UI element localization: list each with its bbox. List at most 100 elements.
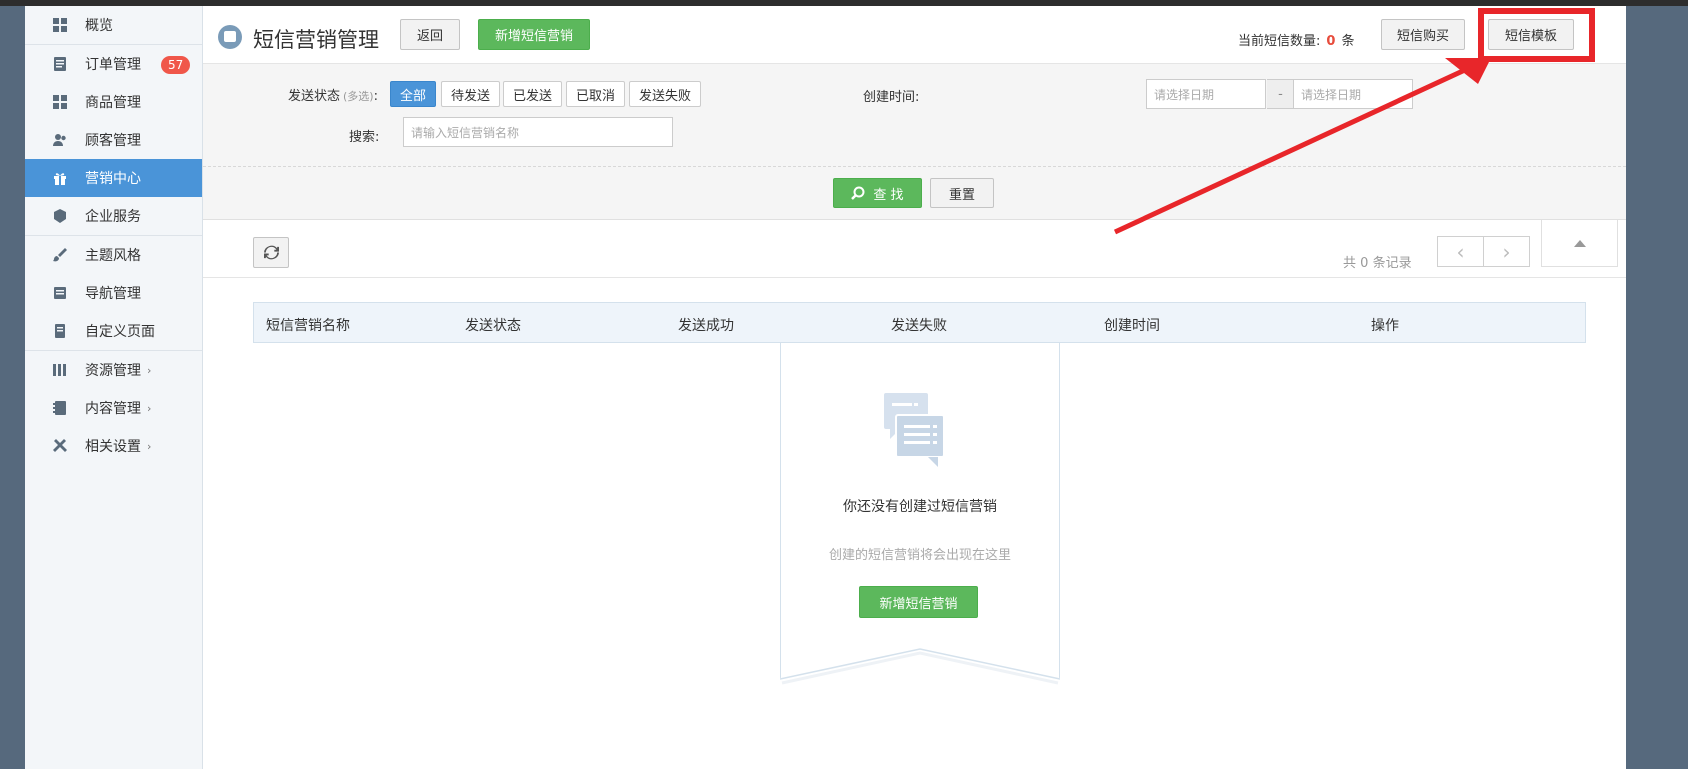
sidebar-item-label: 营销中心 — [85, 171, 141, 187]
refresh-icon — [263, 245, 279, 260]
sms-template-button[interactable]: 短信模板 — [1488, 19, 1574, 50]
books-icon — [49, 362, 71, 378]
chevron-right-icon: › — [147, 439, 152, 453]
main-content: 短信营销管理 返回 新增短信营销 当前短信数量: 0 条 短信购买 短信模板 发送状… — [203, 6, 1626, 769]
search-input[interactable]: 请输入短信营销名称 — [403, 117, 673, 147]
chat-bubbles-icon — [884, 393, 945, 467]
column-header: 发送状态 — [465, 318, 521, 334]
chevron-right-icon: › — [147, 363, 152, 377]
sidebar-item-marketing[interactable]: 营销中心 — [25, 159, 202, 197]
collapse-filter-button[interactable] — [1541, 220, 1618, 267]
dashboard-icon — [49, 17, 71, 33]
status-cancelled-button[interactable]: 已取消 — [566, 81, 626, 107]
back-button[interactable]: 返回 — [400, 19, 460, 50]
sidebar-item-label: 导航管理 — [85, 286, 141, 302]
column-header: 发送失败 — [891, 318, 947, 334]
find-button-label: 查 找 — [873, 187, 904, 203]
sidebar: 概览 订单管理 57 商品管理 顾客管理 营销中心 企业服务 主题风格 导航管理… — [25, 6, 203, 769]
status-colon: : — [373, 89, 378, 104]
empty-state-title: 你还没有创建过短信营销 — [843, 499, 997, 515]
column-header: 操作 — [1371, 318, 1399, 334]
record-count: 共 0 条记录 — [1343, 252, 1412, 271]
next-page-button[interactable]: › — [1483, 236, 1530, 267]
brush-icon — [49, 247, 71, 263]
page-icon — [49, 323, 71, 339]
empty-state-graphic — [780, 393, 1060, 713]
sidebar-item-customers[interactable]: 顾客管理 — [25, 121, 202, 159]
status-all-button[interactable]: 全部 — [390, 81, 437, 107]
sidebar-item-enterprise[interactable]: 企业服务 — [25, 197, 202, 235]
sidebar-item-settings[interactable]: 相关设置 › — [25, 427, 202, 465]
chevron-right-icon: › — [147, 401, 152, 415]
sidebar-item-goods[interactable]: 商品管理 — [25, 83, 202, 121]
chevron-left-icon: ‹ — [1456, 239, 1465, 264]
right-gutter — [1626, 6, 1688, 769]
sidebar-item-label: 订单管理 — [85, 57, 141, 73]
content-icon — [49, 400, 71, 416]
end-date-input[interactable]: 请选择日期 — [1293, 79, 1413, 109]
chevron-right-icon: › — [1502, 239, 1511, 264]
sidebar-item-overview[interactable]: 概览 — [25, 6, 202, 44]
page-title: 短信营销管理 — [253, 28, 379, 52]
records-count: 0 — [1360, 256, 1369, 271]
records-prefix: 共 — [1343, 256, 1357, 271]
sidebar-item-label: 企业服务 — [85, 209, 141, 225]
message-icon — [218, 25, 242, 49]
sidebar-item-content[interactable]: 内容管理 › — [25, 389, 202, 427]
prev-page-button[interactable]: ‹ — [1437, 236, 1484, 267]
sidebar-item-label: 资源管理 — [85, 363, 141, 379]
status-failed-button[interactable]: 发送失败 — [629, 81, 702, 107]
sidebar-item-navigation[interactable]: 导航管理 — [25, 274, 202, 312]
sidebar-item-label: 主题风格 — [85, 248, 141, 264]
sidebar-item-label: 自定义页面 — [85, 324, 155, 340]
order-icon — [49, 56, 71, 72]
column-header: 发送成功 — [678, 318, 734, 334]
left-gutter — [0, 6, 25, 769]
list-toolbar: 共 0 条记录 ‹ › — [203, 220, 1626, 278]
divider — [203, 166, 1626, 167]
page-header: 短信营销管理 返回 新增短信营销 当前短信数量: 0 条 短信购买 短信模板 — [203, 6, 1626, 64]
sms-count-value: 0 — [1326, 34, 1336, 49]
reset-button[interactable]: 重置 — [930, 178, 994, 208]
status-label-text: 发送状态 — [288, 89, 341, 104]
sidebar-item-label: 顾客管理 — [85, 133, 141, 149]
refresh-button[interactable] — [253, 237, 289, 268]
sms-count: 当前短信数量: 0 条 — [1238, 30, 1354, 49]
sms-purchase-button[interactable]: 短信购买 — [1381, 19, 1465, 50]
status-sent-button[interactable]: 已发送 — [503, 81, 563, 107]
start-date-input[interactable]: 请选择日期 — [1146, 79, 1266, 109]
search-icon — [851, 186, 865, 200]
sidebar-item-resources[interactable]: 资源管理 › — [25, 351, 202, 389]
sidebar-item-label: 概览 — [85, 18, 113, 34]
column-header: 短信营销名称 — [266, 318, 350, 334]
records-suffix: 条记录 — [1372, 256, 1412, 271]
goods-icon — [49, 94, 71, 110]
nav-icon — [49, 285, 71, 301]
empty-add-sms-marketing-button[interactable]: 新增短信营销 — [859, 586, 978, 618]
sidebar-item-label: 相关设置 — [85, 439, 141, 455]
table-header: 短信营销名称 发送状态 发送成功 发送失败 创建时间 操作 — [253, 302, 1586, 343]
tools-icon — [49, 438, 71, 454]
gift-icon — [49, 170, 71, 186]
status-filter-label: 发送状态 (多选): — [288, 85, 378, 104]
sms-count-unit: 条 — [1341, 34, 1355, 49]
order-count-badge: 57 — [161, 56, 191, 74]
customer-icon — [49, 132, 71, 148]
sms-count-label: 当前短信数量: — [1238, 34, 1321, 49]
add-sms-marketing-button[interactable]: 新增短信营销 — [478, 19, 590, 50]
sidebar-item-label: 内容管理 — [85, 401, 141, 417]
search-label: 搜索: — [349, 130, 380, 145]
sidebar-item-orders[interactable]: 订单管理 57 — [25, 45, 202, 83]
empty-state-subtitle: 创建的短信营销将会出现在这里 — [828, 548, 1011, 563]
status-hint: (多选) — [343, 90, 374, 103]
sidebar-item-theme[interactable]: 主题风格 — [25, 236, 202, 274]
date-separator: - — [1267, 79, 1294, 109]
column-header: 创建时间 — [1104, 318, 1160, 334]
sidebar-item-label: 商品管理 — [85, 95, 141, 111]
caret-up-icon — [1573, 239, 1586, 247]
created-time-label: 创建时间: — [863, 90, 920, 105]
status-pending-button[interactable]: 待发送 — [441, 81, 501, 107]
sidebar-item-custom-page[interactable]: 自定义页面 — [25, 312, 202, 350]
cube-icon — [49, 208, 71, 224]
find-button[interactable]: 查 找 — [833, 178, 922, 208]
